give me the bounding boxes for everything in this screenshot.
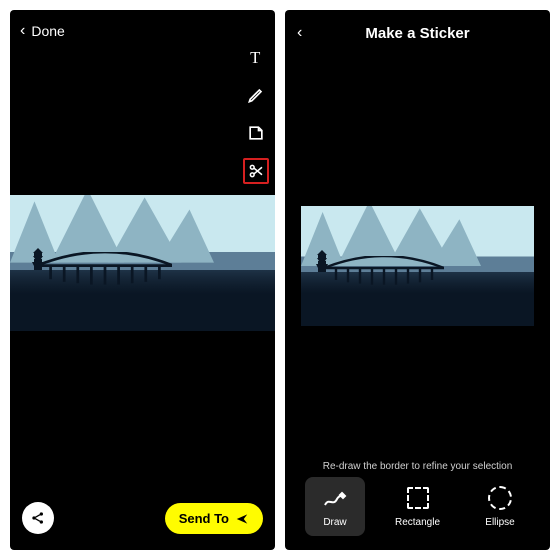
draw-freehand-icon: [322, 485, 348, 511]
mode-label: Rectangle: [395, 517, 440, 528]
send-arrow-icon: [235, 512, 249, 526]
sticker-preview-image[interactable]: [301, 206, 534, 326]
rectangle-dashed-icon: [405, 485, 431, 511]
mode-label: Draw: [323, 517, 346, 528]
send-to-button[interactable]: Send To: [165, 503, 263, 534]
mode-ellipse[interactable]: Ellipse: [470, 477, 530, 536]
make-sticker-screen: ‹ Make a Sticker Re-draw the border to r…: [285, 10, 550, 550]
svg-text:T: T: [250, 48, 260, 67]
sticker-icon[interactable]: [243, 120, 269, 146]
snap-image: [10, 195, 275, 331]
text-tool-icon[interactable]: T: [243, 44, 269, 70]
pencil-icon[interactable]: [243, 82, 269, 108]
header: ‹ Make a Sticker: [285, 10, 550, 56]
mode-draw[interactable]: Draw: [305, 477, 365, 536]
send-to-label: Send To: [179, 511, 229, 526]
mode-label: Ellipse: [485, 517, 514, 528]
mode-rectangle[interactable]: Rectangle: [385, 477, 450, 536]
shape-mode-picker: Draw Rectangle Ellipse: [285, 477, 550, 536]
back-chevron-icon[interactable]: ‹: [20, 23, 25, 39]
done-button[interactable]: Done: [31, 23, 64, 39]
share-button[interactable]: [22, 502, 54, 534]
hint-text: Re-draw the border to refine your select…: [285, 461, 550, 472]
page-title: Make a Sticker: [285, 25, 550, 42]
header: ‹ Done: [10, 10, 275, 52]
ellipse-dashed-icon: [487, 485, 513, 511]
edit-screen: ‹ Done T: [10, 10, 275, 550]
scissors-icon[interactable]: [243, 158, 269, 184]
